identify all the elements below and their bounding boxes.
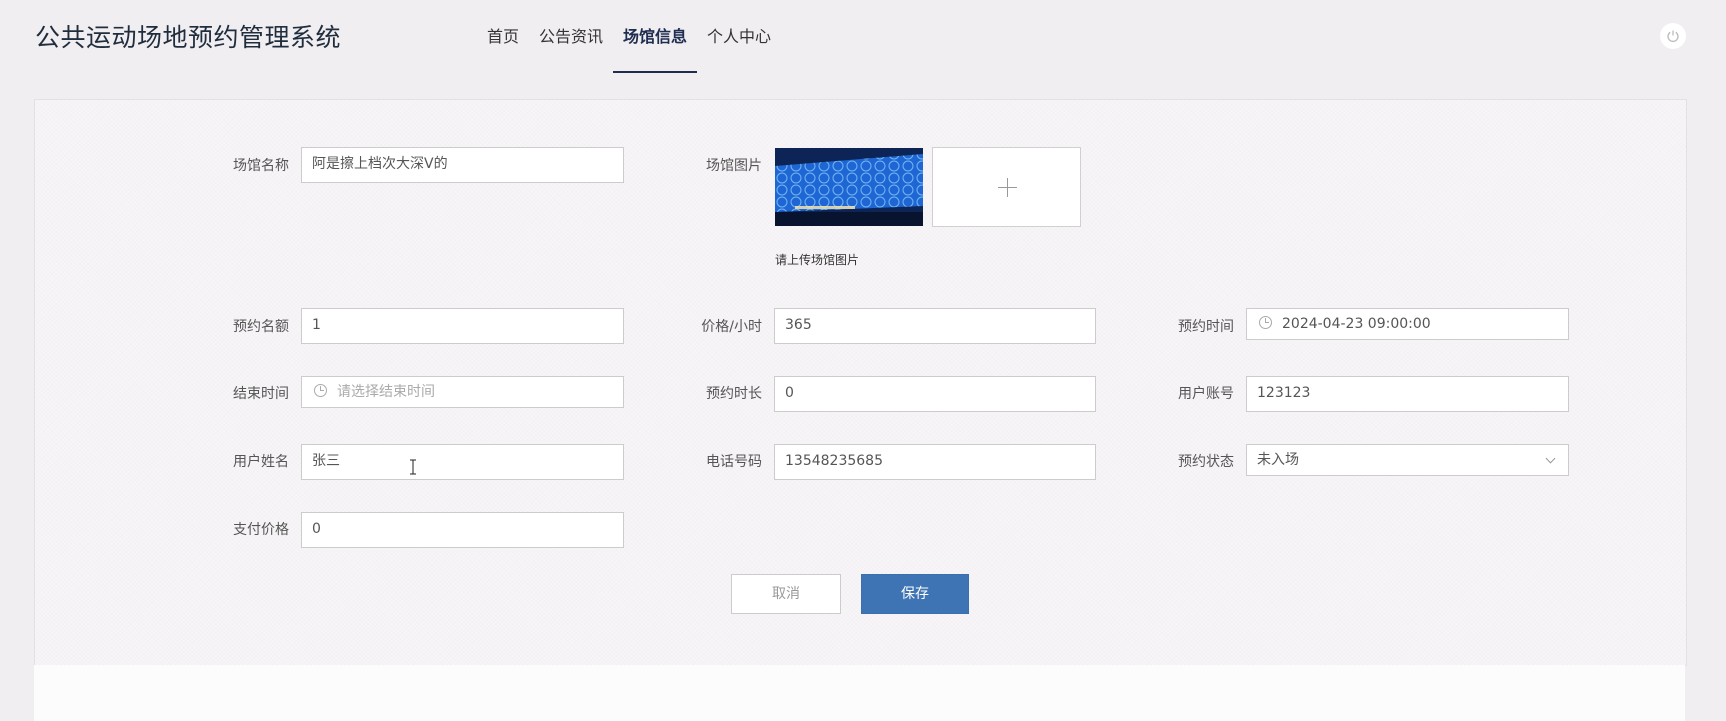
nav-venue-info[interactable]: 场馆信息 [613, 0, 698, 74]
quota-input[interactable]: 1 [301, 308, 624, 344]
logout-button[interactable] [1660, 23, 1686, 49]
nav-announcements[interactable]: 公告资讯 [529, 0, 613, 74]
booking-time-value: 2024-04-23 09:00:00 [1282, 316, 1431, 332]
main-nav: 首页 公告资讯 场馆信息 个人中心 [477, 0, 781, 74]
venue-photo [775, 148, 923, 226]
save-button[interactable]: 保存 [861, 574, 969, 614]
booking-status-select[interactable]: 未入场 [1246, 444, 1569, 476]
user-name-input[interactable]: 张三 [301, 444, 624, 480]
user-account-label: 用户账号 [1178, 386, 1234, 402]
page-footer-area [34, 665, 1685, 721]
duration-label: 预约时长 [706, 386, 762, 402]
top-header: 公共运动场地预约管理系统 首页 公告资讯 场馆信息 个人中心 [0, 0, 1726, 74]
nav-personal-center[interactable]: 个人中心 [697, 0, 781, 74]
end-time-placeholder: 请选择结束时间 [337, 384, 435, 400]
paid-price-input[interactable]: 0 [301, 512, 624, 548]
phone-label: 电话号码 [706, 454, 762, 470]
end-time-label: 结束时间 [233, 386, 289, 402]
user-account-input[interactable]: 123123 [1246, 376, 1569, 412]
image-upload-hint: 请上传场馆图片 [775, 253, 860, 267]
venue-name-input[interactable]: 阿是擦上档次大深V的 [301, 147, 624, 183]
price-per-hour-label: 价格/小时 [701, 319, 762, 335]
image-upload-button[interactable] [932, 147, 1081, 227]
venue-name-label: 场馆名称 [233, 158, 289, 174]
booking-time-picker[interactable]: 2024-04-23 09:00:00 [1246, 308, 1569, 340]
nav-home[interactable]: 首页 [477, 0, 529, 74]
text-cursor-icon [410, 459, 416, 475]
clock-icon [1259, 316, 1272, 329]
phone-input[interactable]: 13548235685 [774, 444, 1096, 480]
booking-time-label: 预约时间 [1178, 319, 1234, 335]
quota-label: 预约名额 [233, 319, 289, 335]
end-time-picker[interactable]: 请选择结束时间 [301, 376, 624, 408]
price-per-hour-input[interactable]: 365 [774, 308, 1096, 344]
booking-status-label: 预约状态 [1178, 454, 1234, 470]
clock-icon [314, 384, 327, 397]
chevron-down-icon [1545, 453, 1556, 464]
paid-price-label: 支付价格 [233, 522, 289, 538]
venue-image-label: 场馆图片 [706, 158, 762, 174]
cancel-button[interactable]: 取消 [731, 574, 841, 614]
venue-image-thumbnail[interactable] [775, 148, 923, 226]
app-title: 公共运动场地预约管理系统 [35, 23, 342, 52]
booking-status-value: 未入场 [1257, 452, 1299, 468]
power-icon [1667, 30, 1679, 43]
user-name-label: 用户姓名 [233, 454, 289, 470]
duration-input[interactable]: 0 [774, 376, 1096, 412]
